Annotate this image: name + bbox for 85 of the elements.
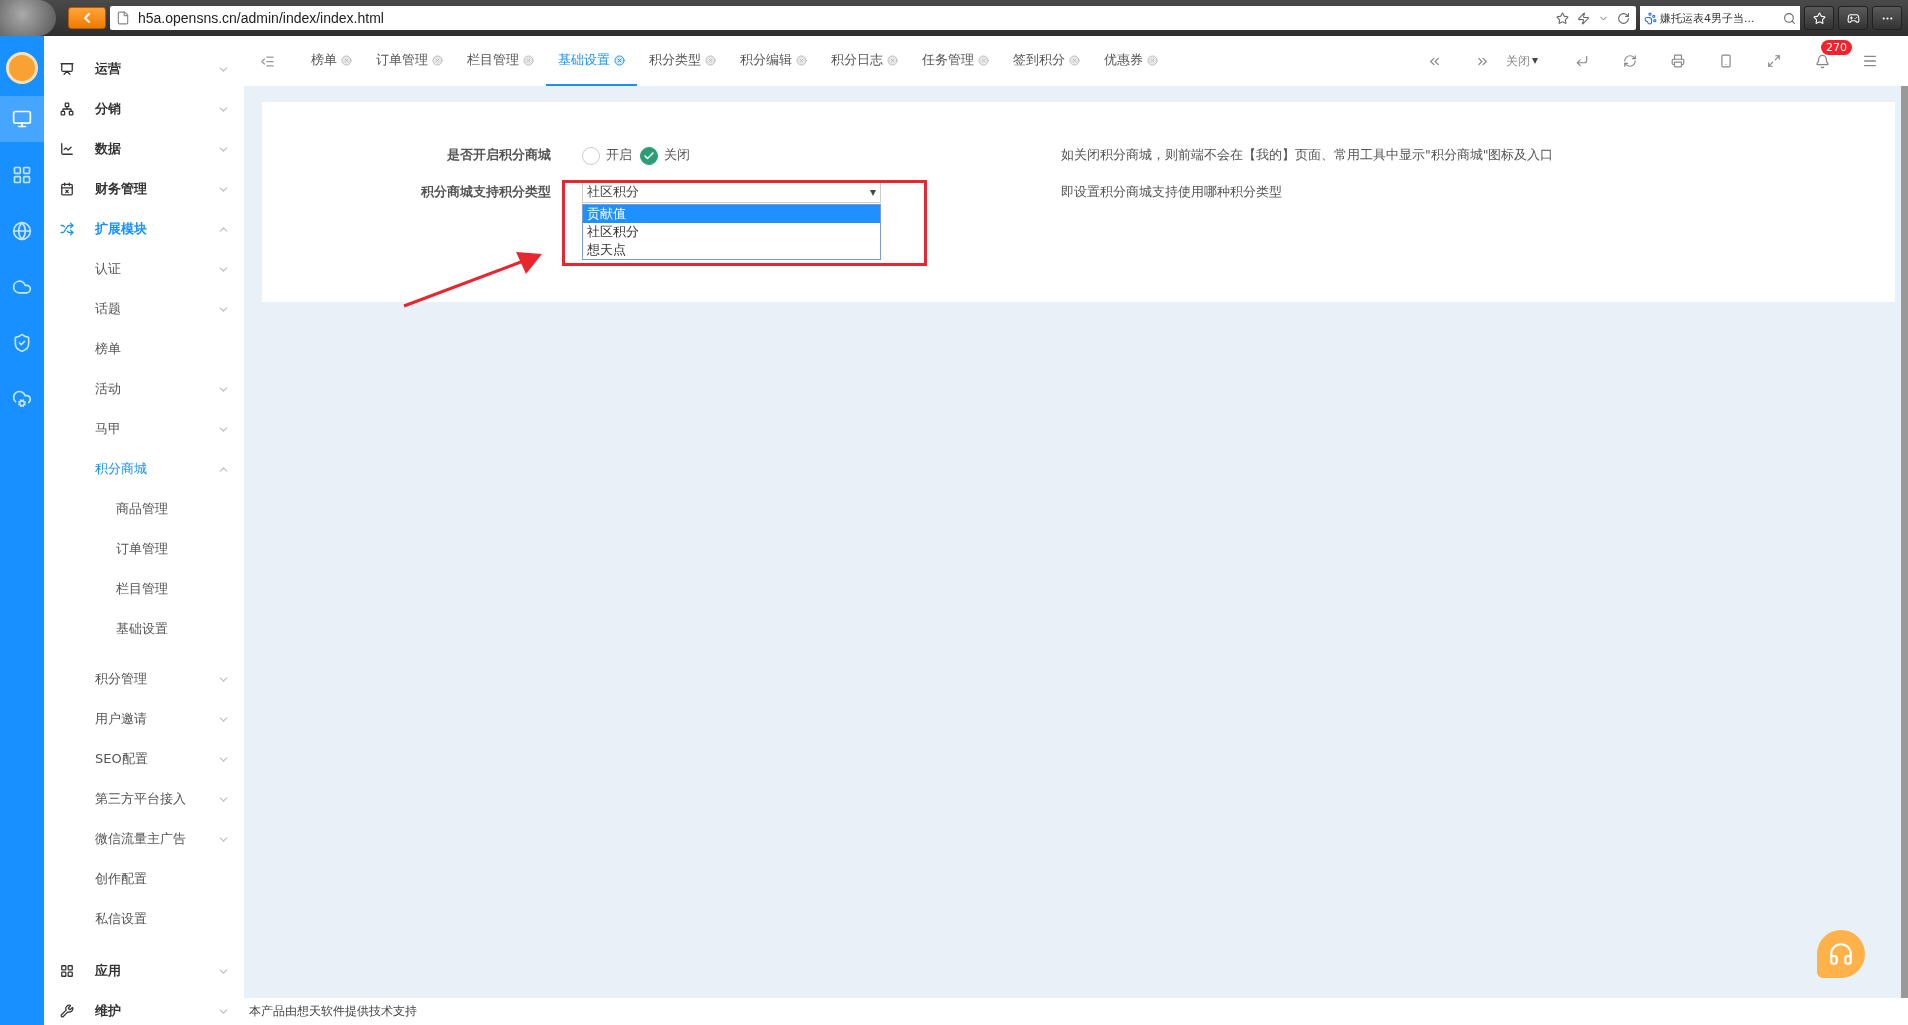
favorites-button[interactable]	[1804, 6, 1834, 30]
tab[interactable]: 签到积分	[1001, 36, 1092, 86]
radio-option[interactable]: 关闭	[640, 146, 690, 165]
close-icon[interactable]	[978, 54, 989, 66]
close-icon[interactable]	[705, 54, 716, 66]
close-icon[interactable]	[1147, 54, 1158, 66]
radio-icon[interactable]	[582, 146, 600, 165]
star-icon[interactable]	[1556, 11, 1569, 25]
tab[interactable]: 积分编辑	[728, 36, 819, 86]
sidebar-item[interactable]: 数据	[44, 129, 244, 169]
tab[interactable]: 积分类型	[637, 36, 728, 86]
sidebar-item[interactable]: 第三方平台接入	[44, 779, 244, 819]
hierarchy-icon	[60, 102, 74, 116]
phone-icon[interactable]	[1719, 54, 1733, 68]
return-icon[interactable]	[1575, 54, 1589, 68]
radio-icon[interactable]	[640, 146, 658, 165]
radio-option[interactable]: 开启	[582, 146, 632, 165]
tab[interactable]: 任务管理	[910, 36, 1001, 86]
sidebar-item[interactable]: 活动	[44, 369, 244, 409]
sidebar-item[interactable]: 认证	[44, 249, 244, 289]
menu-icon[interactable]	[1862, 53, 1878, 69]
printer-icon[interactable]	[1671, 54, 1685, 68]
back-button[interactable]	[68, 7, 106, 29]
tab[interactable]: 积分日志	[819, 36, 910, 86]
calendar-icon	[60, 182, 74, 196]
sidebar-item[interactable]: 财务管理	[44, 169, 244, 209]
close-icon[interactable]	[523, 54, 534, 66]
collapse-icon[interactable]	[260, 53, 275, 69]
close-icon[interactable]	[796, 54, 807, 66]
sidebar-item[interactable]: 微信流量主广告	[44, 819, 244, 859]
fullscreen-icon[interactable]	[1767, 54, 1781, 68]
more-button[interactable]	[1872, 6, 1902, 30]
sidebar-item[interactable]: 商品管理	[44, 489, 244, 529]
line-chart-icon	[60, 142, 74, 156]
tab[interactable]: 优惠券	[1092, 36, 1170, 86]
select-field[interactable]: 社区积分	[582, 182, 881, 203]
notification-badge: 270	[1821, 39, 1852, 55]
grid-icon	[60, 964, 74, 978]
star-icon	[1812, 11, 1826, 25]
close-icon[interactable]	[614, 54, 625, 66]
sidebar-item[interactable]: 话题	[44, 289, 244, 329]
sidebar-item[interactable]: 分销	[44, 89, 244, 129]
sidebar-item[interactable]: 运营	[44, 49, 244, 89]
field-label: 积分商城支持积分类型	[420, 184, 551, 201]
gamepad-icon	[1846, 11, 1860, 25]
gamepad-button[interactable]	[1838, 6, 1868, 30]
sidebar-item[interactable]: 应用	[44, 951, 244, 991]
close-icon[interactable]	[887, 54, 898, 66]
refresh-icon[interactable]	[1617, 11, 1630, 25]
bell-icon[interactable]	[1814, 53, 1830, 69]
arrows-icon	[60, 222, 74, 236]
sidebar-item[interactable]: 积分管理	[44, 659, 244, 699]
wrench-icon	[60, 1004, 74, 1018]
tab[interactable]: 订单管理	[364, 36, 455, 86]
sidebar-item[interactable]: 基础设置	[44, 609, 244, 649]
close-menu[interactable]: 关闭	[1506, 52, 1558, 70]
sidebar-item[interactable]: 用户邀请	[44, 699, 244, 739]
close-icon[interactable]	[341, 54, 352, 66]
hint-text: 如关闭积分商城，则前端不会在【我的】页面、常用工具中显示"积分商城"图标及入口	[1061, 147, 1555, 164]
close-icon[interactable]	[1069, 54, 1080, 66]
hint-text: 即设置积分商城支持使用哪种积分类型	[1061, 184, 1283, 201]
sidebar-item[interactable]: 订单管理	[44, 529, 244, 569]
sidebar-item[interactable]: 榜单	[44, 329, 244, 369]
support-headset-icon[interactable]	[1817, 930, 1865, 978]
sidebar-item[interactable]: 维护	[44, 991, 244, 1025]
tab[interactable]: 榜单	[299, 36, 364, 86]
sidebar-item[interactable]: 马甲	[44, 409, 244, 449]
search-icon[interactable]	[1783, 11, 1796, 25]
avatar[interactable]	[6, 52, 38, 84]
sidebar-item[interactable]: 私信设置	[44, 899, 244, 939]
address-field[interactable]: h5a.opensns.cn/admin/index/index.html	[110, 6, 1636, 30]
browser-logo[interactable]	[0, 0, 56, 36]
close-icon[interactable]	[432, 54, 443, 66]
search-field[interactable]: 嫌托运表4男子当...	[1640, 6, 1800, 30]
refresh-icon[interactable]	[1623, 54, 1637, 68]
presentation-icon	[60, 62, 74, 76]
sidebar-item[interactable]: 栏目管理	[44, 569, 244, 609]
tab[interactable]: 栏目管理	[455, 36, 546, 86]
monitor-icon[interactable]	[0, 96, 44, 142]
sidebar-item[interactable]: 创作配置	[44, 859, 244, 899]
field-label: 是否开启积分商城	[446, 147, 551, 164]
paw-icon	[1644, 11, 1657, 25]
lightning-icon[interactable]	[1577, 11, 1590, 25]
page-icon	[116, 11, 130, 25]
sidebar-item[interactable]: SEO配置	[44, 739, 244, 779]
